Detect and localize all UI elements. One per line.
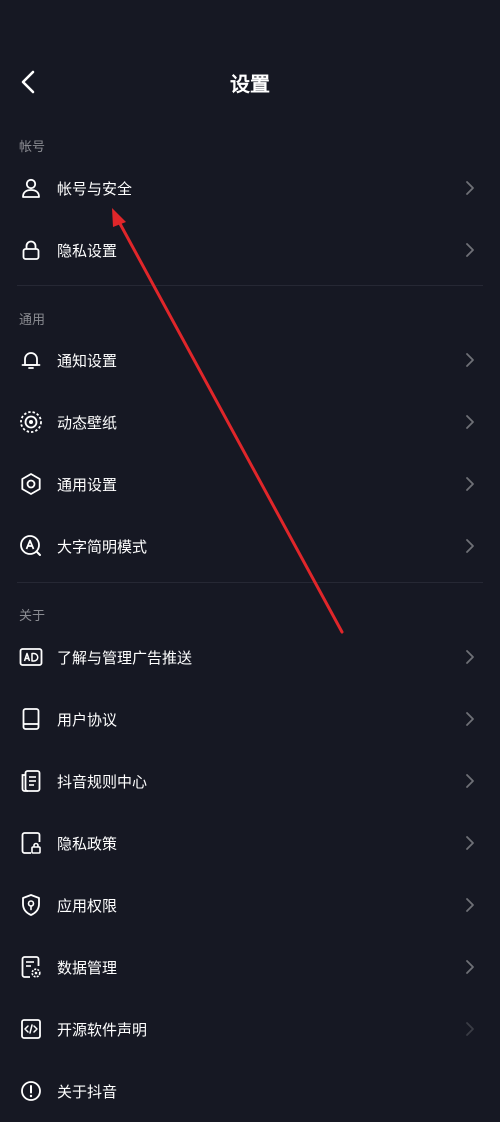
chevron-right-icon xyxy=(462,711,478,727)
wallpaper-icon xyxy=(18,409,44,435)
settings-item-label: 数据管理 xyxy=(57,958,118,977)
settings-item-label: 大字简明模式 xyxy=(57,537,148,556)
section-label-account: 帐号 xyxy=(19,140,46,155)
info-icon xyxy=(18,1078,44,1104)
settings-item-label: 通用设置 xyxy=(57,475,118,494)
document-list-icon xyxy=(18,768,44,794)
gear-icon xyxy=(18,471,44,497)
lock-icon xyxy=(18,237,44,263)
settings-item-label: 用户协议 xyxy=(57,710,118,729)
settings-item-label: 帐号与安全 xyxy=(57,179,133,198)
chevron-right-icon xyxy=(462,835,478,851)
settings-item-label: 开源软件声明 xyxy=(57,1020,148,1039)
page-title: 设置 xyxy=(230,72,270,96)
settings-item-label: 通知设置 xyxy=(57,351,118,370)
large-font-icon xyxy=(18,533,44,559)
settings-item-label: 应用权限 xyxy=(57,896,118,915)
settings-item-privacy[interactable]: 隐私设置 xyxy=(0,219,500,281)
chevron-right-icon xyxy=(462,649,478,665)
settings-item-label: 动态壁纸 xyxy=(57,413,118,432)
settings-item-rules-center[interactable]: 抖音规则中心 xyxy=(0,750,500,812)
settings-item-open-source[interactable]: 开源软件声明 xyxy=(0,998,500,1060)
user-icon xyxy=(18,175,44,201)
shield-icon xyxy=(18,892,44,918)
chevron-right-icon xyxy=(462,1021,478,1037)
code-icon xyxy=(18,1016,44,1042)
settings-item-privacy-policy[interactable]: 隐私政策 xyxy=(0,812,500,874)
settings-item-notifications[interactable]: 通知设置 xyxy=(0,329,500,391)
chevron-right-icon xyxy=(462,180,478,196)
settings-item-general-settings[interactable]: 通用设置 xyxy=(0,453,500,515)
chevron-right-icon xyxy=(462,538,478,554)
book-icon xyxy=(18,706,44,732)
settings-item-data-management[interactable]: 数据管理 xyxy=(0,936,500,998)
settings-item-ad-management[interactable]: 了解与管理广告推送 xyxy=(0,626,500,688)
divider xyxy=(17,582,483,583)
chevron-right-icon xyxy=(462,959,478,975)
section-label-general: 通用 xyxy=(19,313,46,328)
chevron-right-icon xyxy=(462,414,478,430)
divider xyxy=(17,285,483,286)
chevron-right-icon xyxy=(462,352,478,368)
settings-item-account-security[interactable]: 帐号与安全 xyxy=(0,157,500,219)
chevron-right-icon xyxy=(462,476,478,492)
chevron-right-icon xyxy=(462,897,478,913)
settings-item-label: 抖音规则中心 xyxy=(57,772,148,791)
settings-item-user-agreement[interactable]: 用户协议 xyxy=(0,688,500,750)
settings-item-large-font-mode[interactable]: 大字简明模式 xyxy=(0,515,500,577)
settings-item-app-permissions[interactable]: 应用权限 xyxy=(0,874,500,936)
settings-item-label: 隐私设置 xyxy=(57,241,118,260)
data-manage-icon xyxy=(18,954,44,980)
settings-item-live-wallpaper[interactable]: 动态壁纸 xyxy=(0,391,500,453)
bell-icon xyxy=(18,347,44,373)
settings-item-label: 关于抖音 xyxy=(57,1082,118,1101)
settings-item-label: 隐私政策 xyxy=(57,834,118,853)
header: 设置 xyxy=(0,0,500,165)
section-label-about: 关于 xyxy=(19,609,46,624)
settings-item-about-douyin[interactable]: 关于抖音 xyxy=(0,1060,500,1122)
settings-item-label: 了解与管理广告推送 xyxy=(57,648,193,667)
privacy-doc-icon xyxy=(18,830,44,856)
chevron-right-icon xyxy=(462,242,478,258)
chevron-right-icon xyxy=(462,773,478,789)
ad-icon xyxy=(18,644,44,670)
